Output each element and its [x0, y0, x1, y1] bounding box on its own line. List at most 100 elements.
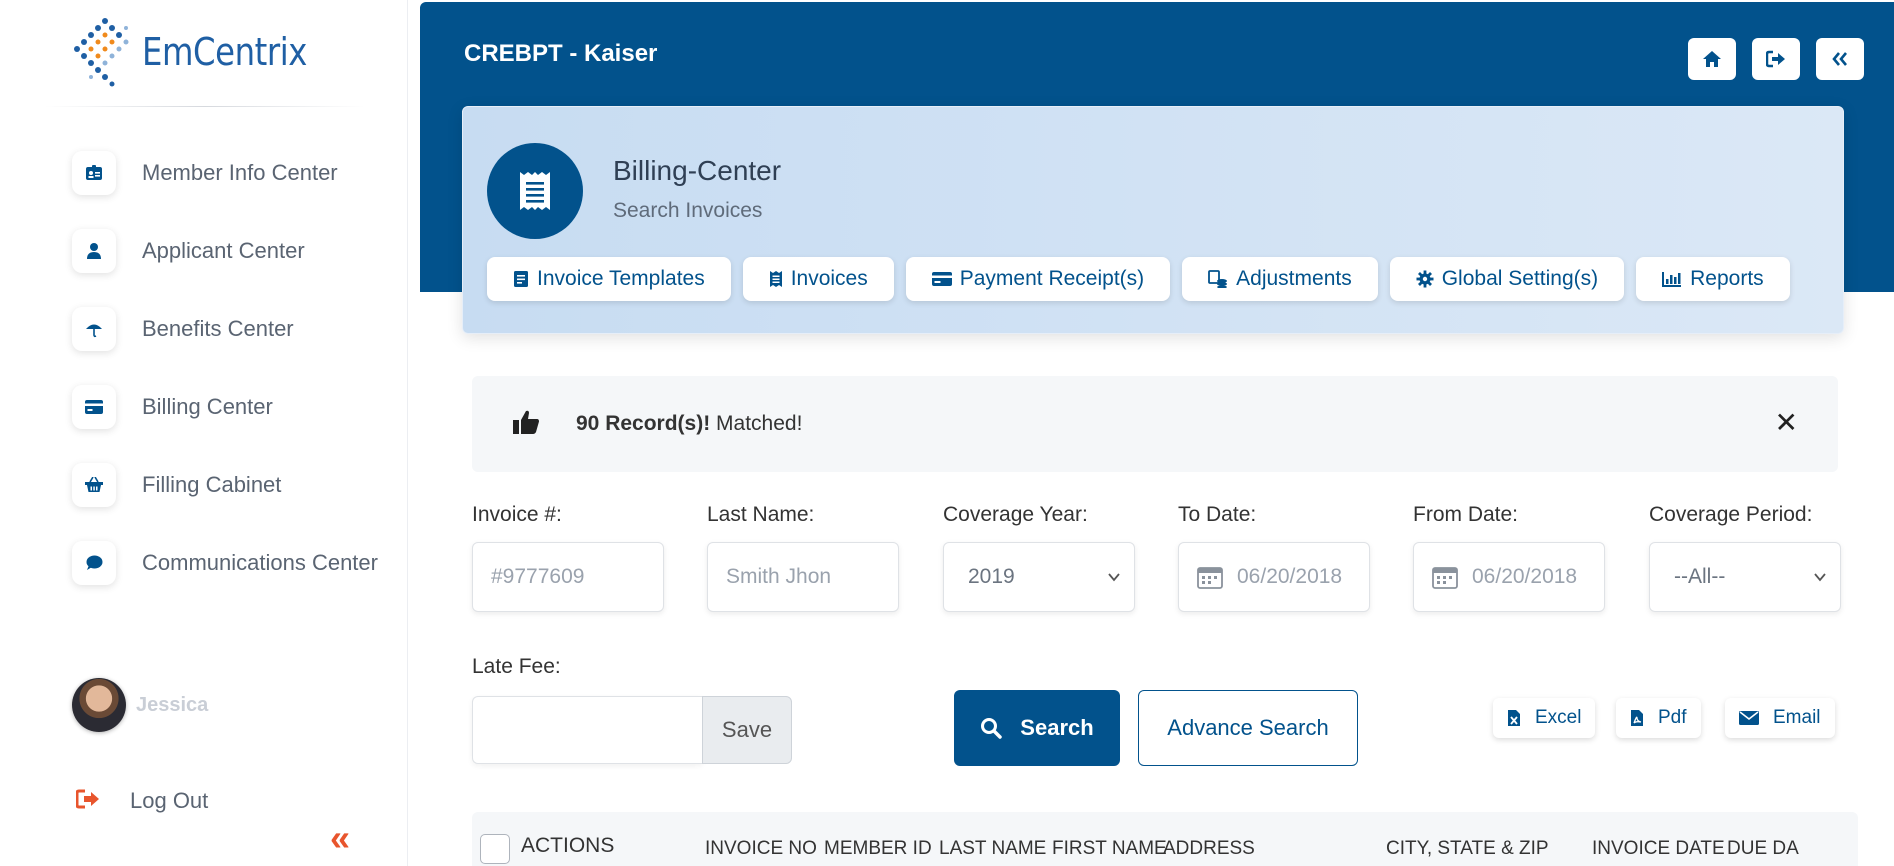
sign-out-icon [1766, 50, 1785, 68]
envelope-icon [1739, 711, 1759, 725]
tab-reports[interactable]: Reports [1636, 257, 1790, 301]
column-header-member-id[interactable]: MEMBER ID [824, 838, 932, 860]
coverage-year-select[interactable]: 2019 [943, 542, 1135, 612]
logo-text: EmCentrix [142, 30, 307, 74]
umbrella-icon [72, 307, 116, 351]
search-button[interactable]: Search [954, 690, 1120, 766]
adjustments-icon [1208, 270, 1228, 288]
column-header-city-state-zip[interactable]: CITY, STATE & ZIP [1386, 838, 1549, 860]
coverage-period-select[interactable]: --All-- [1649, 542, 1841, 612]
billing-center-card: Billing-Center Search Invoices Invoice T… [462, 106, 1844, 334]
page-title: CREBPT - Kaiser [464, 40, 658, 67]
sidebar-item-member-info[interactable]: Member Info Center [72, 134, 378, 212]
tab-label: Reports [1690, 267, 1764, 290]
logout-link[interactable]: Log Out [75, 788, 209, 814]
to-date-value: 06/20/2018 [1237, 565, 1343, 588]
sidebar-item-benefits[interactable]: Benefits Center [72, 290, 378, 368]
sidebar-item-label: Communications Center [142, 550, 378, 575]
collapse-sidebar-button[interactable]: « [330, 820, 350, 856]
sidebar-item-label: Filling Cabinet [142, 472, 282, 497]
chevron-down-icon [1814, 573, 1826, 582]
sidebar-item-applicant[interactable]: Applicant Center [72, 212, 378, 290]
save-button[interactable]: Save [702, 696, 792, 764]
column-header-invoice-no[interactable]: INVOICE NO [705, 838, 817, 860]
last-name-input[interactable]: Smith Jhon [707, 542, 899, 612]
user-profile[interactable]: Jessica [72, 678, 208, 732]
invoice-number-input[interactable]: #9777609 [472, 542, 664, 612]
invoice-icon [769, 271, 782, 287]
coverage-year-value: 2019 [968, 565, 1015, 588]
last-name-label: Last Name: [707, 503, 815, 526]
search-label: Search [1020, 715, 1094, 740]
sidebar-nav: Member Info Center Applicant Center Bene… [72, 134, 378, 602]
section-title: Billing-Center [613, 155, 782, 186]
receipt-icon [487, 143, 583, 239]
alert-message: 90 Record(s)! Matched! [576, 412, 802, 436]
coverage-period-label: Coverage Period: [1649, 503, 1813, 526]
sidebar-item-label: Benefits Center [142, 316, 294, 341]
basket-icon [72, 463, 116, 507]
sidebar-item-label: Member Info Center [142, 160, 338, 185]
from-date-input[interactable]: 06/20/2018 [1413, 542, 1605, 612]
tab-label: Invoices [790, 267, 868, 290]
user-icon [72, 229, 116, 273]
invoice-table-header: ACTIONS INVOICE NO MEMBER ID LAST NAME F… [472, 812, 1858, 866]
advance-search-button[interactable]: Advance Search [1138, 690, 1358, 766]
late-fee-label: Late Fee: [472, 655, 561, 678]
tab-label: Adjustments [1236, 267, 1352, 290]
bar-chart-icon [1662, 272, 1682, 287]
column-header-first-name[interactable]: FIRST NAME [1052, 838, 1167, 860]
exit-button[interactable] [1752, 38, 1800, 80]
column-header-due-date[interactable]: DUE DA [1727, 838, 1799, 860]
section-subtitle: Search Invoices [613, 199, 763, 222]
sidebar: EmCentrix Member Info Center Applicant C… [0, 0, 408, 866]
column-header-last-name[interactable]: LAST NAME [939, 838, 1046, 860]
tab-adjustments[interactable]: Adjustments [1182, 257, 1378, 301]
tab-label: Payment Receipt(s) [959, 267, 1145, 290]
avatar [72, 678, 126, 732]
collapse-button[interactable] [1816, 38, 1864, 80]
brand-logo[interactable]: EmCentrix [70, 16, 307, 88]
tab-invoice-templates[interactable]: Invoice Templates [487, 257, 731, 301]
invoice-template-icon [514, 271, 528, 287]
late-fee-input[interactable] [472, 696, 702, 764]
tab-payment-receipts[interactable]: Payment Receipt(s) [905, 257, 1171, 301]
last-name-placeholder: Smith Jhon [726, 565, 832, 588]
alert-text: Matched! [710, 412, 803, 435]
pdf-label: Pdf [1658, 707, 1687, 728]
export-excel-button[interactable]: Excel [1493, 698, 1596, 738]
export-pdf-button[interactable]: Pdf [1616, 698, 1701, 738]
invoice-number-label: Invoice #: [472, 503, 562, 526]
chevron-down-icon [1108, 573, 1120, 582]
select-all-checkbox[interactable] [480, 834, 510, 864]
logout-icon [75, 789, 100, 814]
section-tabs: Invoice Templates Invoices Payment Recei… [487, 257, 1790, 301]
logout-label: Log Out [130, 788, 209, 813]
sidebar-item-billing[interactable]: Billing Center [72, 368, 378, 446]
sidebar-item-label: Applicant Center [142, 238, 305, 263]
sidebar-item-filling-cabinet[interactable]: Filling Cabinet [72, 446, 378, 524]
tab-invoices[interactable]: Invoices [742, 257, 894, 301]
tab-label: Global Setting(s) [1441, 267, 1599, 290]
to-date-input[interactable]: 06/20/2018 [1178, 542, 1370, 612]
email-label: Email [1773, 707, 1821, 728]
gear-icon [1416, 270, 1434, 288]
sidebar-item-communications[interactable]: Communications Center [72, 524, 378, 602]
export-email-button[interactable]: Email [1725, 698, 1835, 738]
calendar-icon [1432, 567, 1458, 589]
alert-count: 90 Record(s)! [576, 412, 711, 435]
column-header-address[interactable]: ADDRESS [1163, 838, 1255, 860]
credit-card-icon [72, 385, 116, 429]
credit-card-icon [931, 272, 952, 286]
tab-global-settings[interactable]: Global Setting(s) [1389, 257, 1625, 301]
home-button[interactable] [1688, 38, 1736, 80]
logo-divider [45, 106, 365, 107]
excel-file-icon [1508, 710, 1520, 726]
from-date-value: 06/20/2018 [1472, 565, 1578, 588]
id-card-icon [72, 151, 116, 195]
main-content: CREBPT - Kaiser Billing-Center Search In… [408, 0, 1894, 866]
column-header-invoice-date[interactable]: INVOICE DATE [1592, 838, 1725, 860]
close-icon[interactable]: ✕ [1775, 406, 1798, 439]
search-icon [981, 718, 1003, 739]
logo-mark-icon [70, 17, 140, 87]
